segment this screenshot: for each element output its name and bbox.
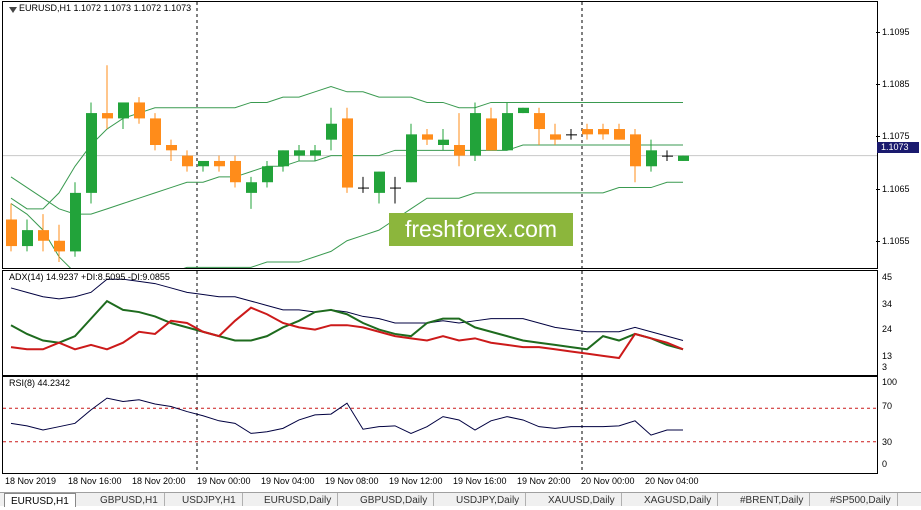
candle-body — [678, 155, 689, 161]
candle-body — [246, 182, 257, 193]
adx-axis-label: 45 — [882, 272, 893, 282]
watermark: freshforex.com — [389, 213, 573, 246]
candle-body — [614, 129, 625, 140]
tab-brent-daily[interactable]: #BRENT,Daily — [734, 493, 811, 506]
adx-chart[interactable] — [3, 271, 877, 375]
time-label: 18 Nov 2019 — [5, 476, 57, 486]
chart-menu-icon[interactable] — [9, 7, 17, 13]
candle-body — [150, 118, 161, 145]
candle-body — [310, 150, 321, 156]
candle-body — [646, 150, 657, 167]
candle-body — [518, 107, 529, 114]
candle-body — [550, 134, 561, 140]
candle-body — [582, 129, 593, 135]
price-axis-label: 1.1055 — [882, 236, 910, 246]
candle-body — [102, 113, 113, 119]
candle-body — [502, 113, 513, 151]
tab-usdjpy-daily[interactable]: USDJPY,Daily — [450, 493, 527, 506]
time-label: 19 Nov 08:00 — [325, 476, 379, 486]
time-label: 18 Nov 20:00 — [132, 476, 186, 486]
candle-body — [166, 145, 177, 151]
time-label: 20 Nov 04:00 — [645, 476, 699, 486]
rsi-axis-label: 30 — [882, 437, 893, 447]
price-axis-label: 1.1075 — [882, 131, 910, 141]
candle-body — [326, 123, 337, 140]
candle-body — [214, 160, 225, 167]
time-label: 19 Nov 04:00 — [261, 476, 315, 486]
time-label: 19 Nov 16:00 — [453, 476, 507, 486]
candle-body — [390, 187, 401, 189]
candle-body — [22, 230, 33, 247]
tab-xauusd-daily[interactable]: XAUUSD,Daily — [542, 493, 622, 506]
tab-usdjpy-h1[interactable]: USDJPY,H1 — [176, 493, 243, 506]
candle-body — [6, 219, 17, 247]
price-axis-label: 1.1065 — [882, 184, 910, 194]
candle-body — [438, 139, 449, 145]
tab-gbpusd-daily[interactable]: GBPUSD,Daily — [354, 493, 435, 506]
adx-axis-label: 13 — [882, 351, 893, 361]
rsi-axis-label: 0 — [882, 459, 888, 469]
axis-tick — [876, 189, 880, 190]
candle-body — [342, 118, 353, 188]
candle-body — [198, 160, 209, 167]
candle-body — [54, 240, 65, 252]
rsi-panel[interactable]: RSI(8) 44.2342 — [2, 376, 878, 474]
adx-axis-label: 3 — [882, 362, 888, 372]
axis-tick — [876, 32, 880, 33]
price-axis-label: 1.1095 — [882, 27, 910, 37]
time-label: 18 Nov 16:00 — [68, 476, 122, 486]
adx-axis-label: 34 — [882, 299, 893, 309]
candle-body — [230, 160, 241, 183]
tab-xagusd-daily[interactable]: XAGUSD,Daily — [638, 493, 719, 506]
adx-panel[interactable]: ADX(14) 14.9237 +DI:8.5095 -DI:9.0855 — [2, 270, 878, 376]
rsi-panel-title: RSI(8) 44.2342 — [9, 378, 71, 388]
time-label: 19 Nov 00:00 — [197, 476, 251, 486]
candle-body — [86, 113, 97, 193]
axis-tick — [876, 241, 880, 242]
candle-body — [454, 145, 465, 156]
time-label: 20 Nov 00:00 — [581, 476, 635, 486]
tab-gbpusd-h1[interactable]: GBPUSD,H1 — [94, 493, 165, 506]
price-axis-label: 1.1085 — [882, 79, 910, 89]
candle-body — [358, 187, 369, 189]
candle-body — [118, 102, 129, 119]
candle-body — [534, 113, 545, 130]
candle-body — [630, 134, 641, 167]
candle-body — [70, 192, 81, 252]
candle-body — [278, 150, 289, 167]
candle-body — [598, 129, 609, 135]
candle-body — [294, 150, 305, 156]
candle-body — [662, 155, 673, 157]
candle-body — [182, 155, 193, 167]
tab-sp500-daily[interactable]: #SP500,Daily — [824, 493, 898, 506]
rsi-axis-label: 100 — [882, 377, 898, 387]
time-label: 19 Nov 20:00 — [517, 476, 571, 486]
price-axis[interactable]: 1.1095 1.1085 1.1075 1.1065 1.1055 45 34… — [876, 0, 921, 475]
chart-tabs: EURUSD,H1 GBPUSD,H1 USDJPY,H1 EURUSD,Dai… — [0, 492, 921, 507]
axis-tick — [876, 136, 880, 137]
candle-body — [406, 134, 417, 183]
tab-eurusd-daily[interactable]: EURUSD,Daily — [258, 493, 339, 506]
price-panel-title: EURUSD,H1 1.1072 1.1073 1.1072 1.1073 — [19, 3, 192, 13]
time-label: 19 Nov 12:00 — [389, 476, 443, 486]
candle-body — [486, 118, 497, 151]
rsi-chart[interactable] — [3, 377, 877, 473]
candle-body — [262, 166, 273, 183]
candle-body — [38, 230, 49, 241]
candle-body — [470, 113, 481, 156]
candle-body — [422, 134, 433, 140]
axis-tick — [876, 84, 880, 85]
adx-axis-label: 24 — [882, 324, 893, 334]
price-panel[interactable]: EURUSD,H1 1.1072 1.1073 1.1072 1.1073 fr… — [2, 1, 878, 269]
candle-body — [566, 134, 577, 136]
rsi-axis-label: 70 — [882, 401, 893, 411]
time-axis[interactable]: 18 Nov 2019 18 Nov 16:00 18 Nov 20:00 19… — [0, 472, 880, 490]
candle-body — [134, 102, 145, 119]
adx-panel-title: ADX(14) 14.9237 +DI:8.5095 -DI:9.0855 — [9, 272, 170, 282]
current-price-badge: 1.1073 — [877, 142, 919, 153]
candle-body — [374, 171, 385, 193]
